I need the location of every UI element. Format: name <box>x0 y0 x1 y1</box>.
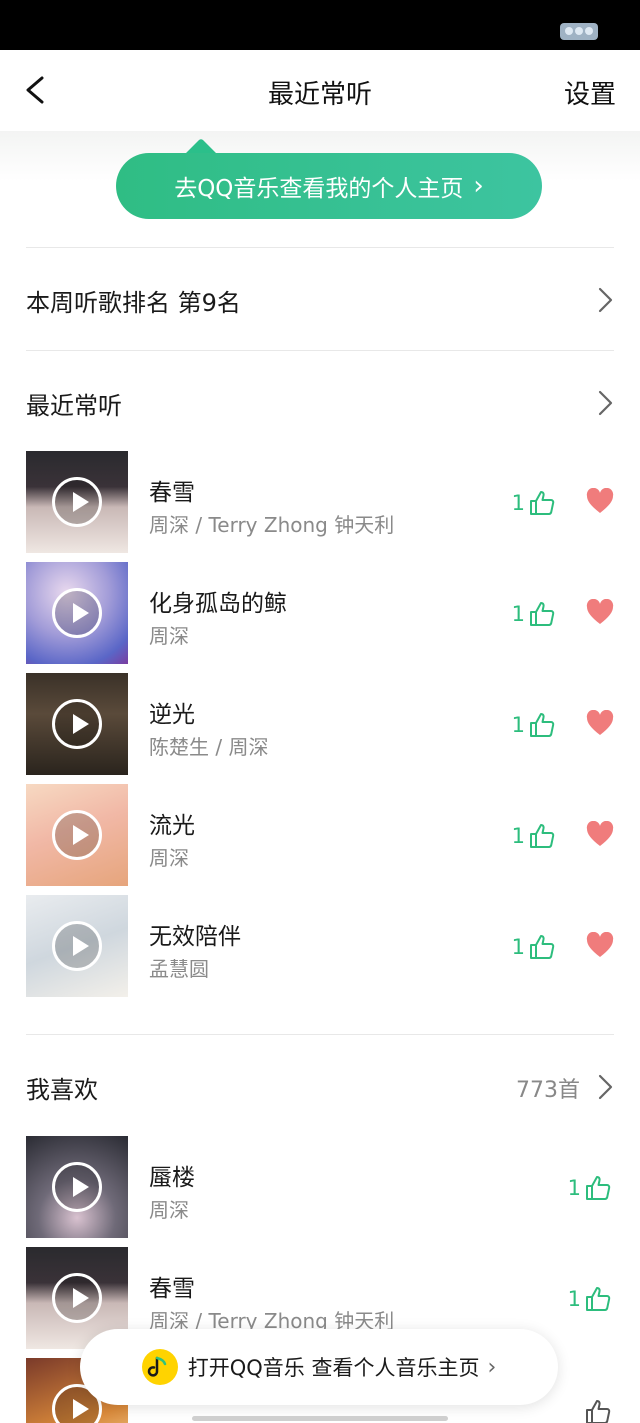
thumbs-up-icon <box>530 713 555 737</box>
chevron-right-icon <box>598 390 613 416</box>
song-artist: 周深 <box>149 846 189 870</box>
like-button[interactable] <box>584 1396 612 1423</box>
thumbs-up-icon <box>586 1400 611 1423</box>
chevron-right-icon: › <box>487 1354 497 1380</box>
like-count: 1 <box>511 935 525 959</box>
thumbs-up-icon <box>530 824 555 848</box>
recent-section-title: 最近常听 <box>26 392 122 420</box>
song-title: 无效陪伴 <box>149 924 241 950</box>
song-artist: 周深 <box>149 624 189 648</box>
like-count: 1 <box>511 713 525 737</box>
chevron-right-icon <box>598 1074 613 1100</box>
open-profile-button[interactable]: 去QQ音乐查看我的个人主页 › <box>116 153 542 219</box>
song-row[interactable]: 蜃楼 周深 1 <box>26 1136 614 1238</box>
play-icon[interactable] <box>52 810 102 860</box>
navigation-bar: 最近常听 设置 <box>0 50 640 131</box>
status-indicator-icon <box>560 23 598 40</box>
song-title: 春雪 <box>149 1276 195 1302</box>
settings-button[interactable]: 设置 <box>564 74 616 111</box>
album-cover <box>26 673 128 775</box>
song-title: 流光 <box>149 813 195 839</box>
play-icon[interactable] <box>52 699 102 749</box>
status-bar <box>0 0 640 50</box>
like-button[interactable]: 1 <box>568 1283 612 1315</box>
open-app-text: 打开QQ音乐 查看个人音乐主页 <box>187 1356 480 1380</box>
profile-banner-text: 去QQ音乐查看我的个人主页 <box>174 176 464 202</box>
weekly-rank-row[interactable]: 本周听歌排名 第9名 <box>26 269 614 329</box>
heart-icon[interactable] <box>586 821 614 847</box>
chevron-right-icon <box>598 287 613 313</box>
qq-music-logo-icon <box>141 1349 178 1385</box>
favorites-count: 773首 <box>516 1078 580 1103</box>
main-content[interactable]: 去QQ音乐查看我的个人主页 › 本周听歌排名 第9名 最近常听 春雪 周深 / … <box>0 131 640 1423</box>
heart-icon[interactable] <box>586 710 614 736</box>
album-cover <box>26 562 128 664</box>
album-cover <box>26 784 128 886</box>
song-artist: 孟慧圆 <box>149 957 209 981</box>
page-title: 最近常听 <box>267 80 372 110</box>
like-count: 1 <box>567 1287 581 1311</box>
recent-section-header[interactable]: 最近常听 <box>26 372 614 432</box>
heart-icon[interactable] <box>586 932 614 958</box>
play-icon[interactable] <box>52 1273 102 1323</box>
album-cover <box>26 1136 128 1238</box>
album-cover <box>26 895 128 997</box>
like-count: 1 <box>511 491 525 515</box>
heart-icon[interactable] <box>586 599 614 625</box>
favorites-section-title: 我喜欢 <box>26 1076 98 1104</box>
weekly-rank-label: 本周听歌排名 第9名 <box>26 289 241 317</box>
like-count: 1 <box>511 824 525 848</box>
song-row[interactable]: 春雪 周深 / Terry Zhong 钟天利 1 <box>26 451 614 553</box>
song-title: 逆光 <box>149 702 195 728</box>
home-indicator[interactable] <box>192 1416 448 1421</box>
play-icon[interactable] <box>52 588 102 638</box>
thumbs-up-icon <box>530 935 555 959</box>
like-count: 1 <box>567 1176 581 1200</box>
like-count: 1 <box>511 602 525 626</box>
thumbs-up-icon <box>530 491 555 515</box>
song-artist: 周深 / Terry Zhong 钟天利 <box>149 513 395 537</box>
favorites-section-header[interactable]: 我喜欢 773首 <box>26 1056 614 1116</box>
divider <box>26 350 614 351</box>
thumbs-up-icon <box>530 602 555 626</box>
open-app-button[interactable]: 打开QQ音乐 查看个人音乐主页 › <box>80 1329 558 1405</box>
song-artist: 陈楚生 / 周深 <box>149 735 269 759</box>
divider <box>26 247 614 248</box>
like-button[interactable]: 1 <box>512 931 556 963</box>
play-icon[interactable] <box>52 921 102 971</box>
song-title: 化身孤岛的鲸 <box>149 591 287 617</box>
album-cover <box>26 451 128 553</box>
like-button[interactable]: 1 <box>512 820 556 852</box>
song-title: 春雪 <box>149 480 195 506</box>
like-button[interactable]: 1 <box>512 487 556 519</box>
song-row[interactable]: 化身孤岛的鲸 周深 1 <box>26 562 614 664</box>
heart-icon[interactable] <box>586 488 614 514</box>
profile-banner: 去QQ音乐查看我的个人主页 › <box>116 138 542 219</box>
play-icon[interactable] <box>52 1162 102 1212</box>
thumbs-up-icon <box>586 1176 611 1200</box>
play-icon[interactable] <box>52 477 102 527</box>
song-row[interactable]: 逆光 陈楚生 / 周深 1 <box>26 673 614 775</box>
thumbs-up-icon <box>586 1287 611 1311</box>
like-button[interactable]: 1 <box>512 709 556 741</box>
divider <box>26 1034 614 1035</box>
chevron-right-icon: › <box>473 171 484 201</box>
song-row[interactable]: 流光 周深 1 <box>26 784 614 886</box>
song-title: 蜃楼 <box>149 1165 195 1191</box>
like-button[interactable]: 1 <box>512 598 556 630</box>
like-button[interactable]: 1 <box>568 1172 612 1204</box>
song-artist: 周深 <box>149 1198 189 1222</box>
song-row[interactable]: 无效陪伴 孟慧圆 1 <box>26 895 614 997</box>
